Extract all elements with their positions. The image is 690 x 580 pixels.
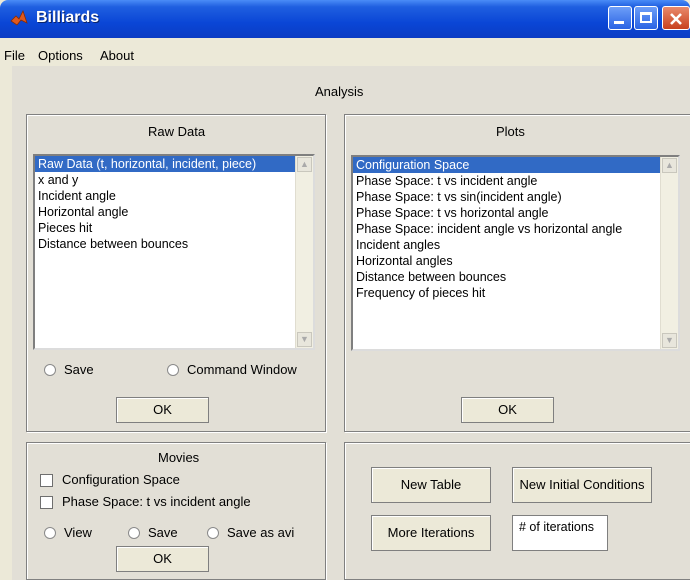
raw-data-ok-button[interactable]: OK (116, 397, 209, 423)
list-item[interactable]: Configuration Space (353, 157, 661, 173)
command-window-radio[interactable] (167, 364, 179, 376)
close-icon (670, 13, 682, 25)
command-window-label: Command Window (187, 362, 297, 377)
vertical-scrollbar[interactable]: ▲ ▼ (295, 156, 313, 348)
controls-panel (344, 442, 690, 580)
maximize-button[interactable] (634, 6, 658, 30)
list-item[interactable]: Incident angle (35, 188, 313, 204)
list-item[interactable]: Phase Space: t vs horizontal angle (353, 205, 678, 221)
new-table-button[interactable]: New Table (371, 467, 491, 503)
analysis-heading: Analysis (315, 84, 364, 99)
vertical-scrollbar[interactable]: ▲ ▼ (660, 157, 678, 349)
list-item[interactable]: Horizontal angles (353, 253, 678, 269)
plots-ok-button[interactable]: OK (461, 397, 554, 423)
iterations-field[interactable]: # of iterations (512, 515, 608, 551)
scroll-down-icon[interactable]: ▼ (297, 332, 312, 347)
list-item[interactable]: Phase Space: incident angle vs horizonta… (353, 221, 678, 237)
scroll-up-icon[interactable]: ▲ (662, 158, 677, 173)
phase-space-checkbox[interactable] (40, 496, 53, 509)
list-item[interactable]: x and y (35, 172, 313, 188)
list-item[interactable]: Frequency of pieces hit (353, 285, 678, 301)
save-movie-radio[interactable] (128, 527, 140, 539)
matlab-icon (10, 9, 28, 26)
phase-space-label: Phase Space: t vs incident angle (62, 494, 251, 509)
minimize-icon (614, 21, 624, 24)
more-iterations-button[interactable]: More Iterations (371, 515, 491, 551)
list-item[interactable]: Pieces hit (35, 220, 313, 236)
minimize-button[interactable] (608, 6, 632, 30)
list-item[interactable]: Phase Space: t vs sin(incident angle) (353, 189, 678, 205)
plots-list[interactable]: Configuration Space Phase Space: t vs in… (351, 155, 680, 351)
save-as-avi-label: Save as avi (227, 525, 295, 540)
save-movie-label: Save (148, 525, 178, 540)
menu-about[interactable]: About (100, 48, 134, 63)
movies-title: Movies (158, 450, 200, 465)
maximize-icon (640, 12, 652, 23)
window-title: Billiards (36, 9, 100, 26)
menu-options[interactable]: Options (38, 48, 83, 63)
configuration-space-label: Configuration Space (62, 472, 180, 487)
scroll-down-icon[interactable]: ▼ (662, 333, 677, 348)
movies-ok-button[interactable]: OK (116, 546, 209, 572)
list-item[interactable]: Incident angles (353, 237, 678, 253)
view-radio[interactable] (44, 527, 56, 539)
raw-data-list[interactable]: Raw Data (t, horizontal, incident, piece… (33, 154, 315, 350)
new-initial-conditions-button[interactable]: New Initial Conditions (512, 467, 652, 503)
list-item[interactable]: Distance between bounces (353, 269, 678, 285)
raw-data-title: Raw Data (148, 124, 206, 139)
title-bar[interactable] (0, 0, 690, 38)
list-item[interactable]: Horizontal angle (35, 204, 313, 220)
scroll-up-icon[interactable]: ▲ (297, 157, 312, 172)
view-radio-label: View (64, 525, 92, 540)
save-radio-label: Save (64, 362, 94, 377)
menu-file[interactable]: File (4, 48, 25, 63)
save-as-avi-radio[interactable] (207, 527, 219, 539)
list-item[interactable]: Raw Data (t, horizontal, incident, piece… (35, 156, 313, 172)
list-item[interactable]: Distance between bounces (35, 236, 313, 252)
list-item[interactable]: Phase Space: t vs incident angle (353, 173, 678, 189)
plots-title: Plots (496, 124, 525, 139)
close-button[interactable] (662, 6, 690, 30)
configuration-space-checkbox[interactable] (40, 474, 53, 487)
save-radio[interactable] (44, 364, 56, 376)
